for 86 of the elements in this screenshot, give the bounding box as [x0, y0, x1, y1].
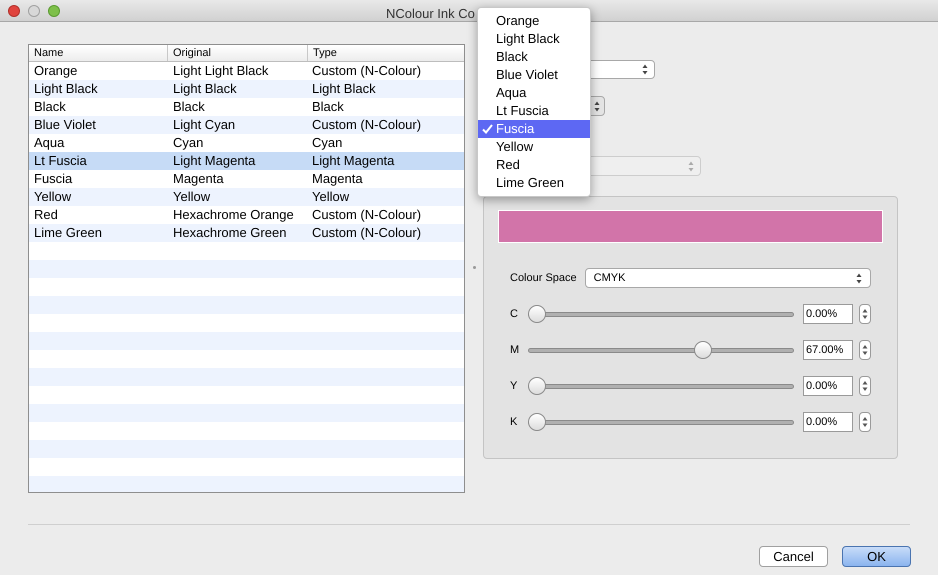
zoom-button[interactable] — [48, 4, 60, 16]
table-cell-text: Cyan — [311, 134, 344, 152]
ok-button[interactable]: OK — [842, 546, 911, 567]
menu-item[interactable]: Red — [478, 156, 590, 174]
stepper[interactable] — [859, 376, 871, 396]
table-row[interactable]: Lime Green Hexachrome Green Custom (N-Colour) — [29, 224, 464, 242]
table-cell-text: Light Magenta — [311, 152, 396, 170]
table-cell-text: Black — [172, 98, 206, 116]
value-field[interactable]: 0.00% — [803, 376, 853, 396]
table-cell-text: Magenta — [172, 170, 225, 188]
table-cell-text: Custom (N-Colour) — [311, 206, 422, 224]
table-cell-text: Aqua — [33, 134, 66, 152]
table-cell-text: Fuscia — [33, 170, 74, 188]
updown-arrows-icon — [856, 272, 862, 284]
menu-item[interactable]: Blue Violet — [478, 66, 590, 84]
updown-arrows-icon — [688, 160, 694, 172]
updown-arrows-icon — [862, 380, 868, 392]
menu-item[interactable]: Yellow — [478, 138, 590, 156]
table-cell-text: Lime Green — [33, 224, 103, 242]
menu-item[interactable]: Aqua — [478, 84, 590, 102]
slider[interactable] — [528, 376, 794, 396]
stepper[interactable] — [859, 412, 871, 432]
table-cell-text: Lt Fuscia — [33, 152, 88, 170]
table-row[interactable]: Light Black Light Black Light Black — [29, 80, 464, 98]
table-row[interactable]: Lt Fuscia Light Magenta Light Magenta — [29, 152, 464, 170]
menu-item[interactable]: Light Black — [478, 30, 590, 48]
slider-thumb[interactable] — [528, 413, 546, 431]
table-cell-text: Cyan — [172, 134, 204, 152]
table-cell-text: Red — [33, 206, 59, 224]
table-cell-text: Hexachrome Green — [172, 224, 288, 242]
column-header[interactable]: Type — [308, 45, 464, 61]
table-cell-text: Black — [33, 98, 67, 116]
table-cell-text: Hexachrome Orange — [172, 206, 295, 224]
menu-item[interactable]: Fuscia — [478, 120, 590, 138]
checkmark-icon — [482, 124, 492, 134]
table-cell-text: Custom (N-Colour) — [311, 116, 422, 134]
value-field[interactable]: 0.00% — [803, 304, 853, 324]
table-cell-text: Custom (N-Colour) — [311, 62, 422, 80]
slider-thumb[interactable] — [528, 305, 546, 323]
table-cell-text: Yellow — [311, 188, 350, 206]
channel-label: K — [509, 414, 518, 430]
table-row[interactable]: Blue Violet Light Cyan Custom (N-Colour) — [29, 116, 464, 134]
channel-label: C — [509, 306, 519, 322]
slider-thumb[interactable] — [694, 341, 712, 359]
column-header[interactable]: Name — [29, 45, 168, 61]
menu-item[interactable]: Orange — [478, 12, 590, 30]
value-field[interactable]: 67.00% — [803, 340, 853, 360]
colour-space-label: Colour Space — [510, 270, 577, 286]
table-cell-text: Light Magenta — [172, 152, 256, 170]
table-cell-text: Light Black — [311, 80, 377, 98]
menu-item[interactable]: Black — [478, 48, 590, 66]
stepper[interactable] — [859, 304, 871, 324]
table-row[interactable]: Yellow Yellow Yellow — [29, 188, 464, 206]
table-cell-text: Light Cyan — [172, 116, 236, 134]
table-cell-text: Blue Violet — [33, 116, 97, 134]
slider-thumb[interactable] — [528, 377, 546, 395]
window-title: NColour Ink Co — [386, 5, 475, 23]
cancel-button[interactable]: Cancel — [759, 546, 828, 567]
slider[interactable] — [528, 340, 794, 360]
table-cell-text: Light Light Black — [172, 62, 270, 80]
stepper[interactable] — [859, 340, 871, 360]
column-header[interactable]: Original — [168, 45, 308, 61]
menu-item[interactable]: Lt Fuscia — [478, 102, 590, 120]
menu-item[interactable]: Lime Green — [478, 174, 590, 192]
value-field[interactable]: 0.00% — [803, 412, 853, 432]
updown-arrows-icon — [862, 344, 868, 356]
table-cell-text: Yellow — [172, 188, 212, 206]
updown-arrows-icon — [862, 416, 868, 428]
splitter-handle[interactable] — [472, 266, 476, 269]
slider[interactable] — [528, 412, 794, 432]
updown-arrows-icon — [862, 308, 868, 320]
table-cell-text: Light Black — [33, 80, 99, 98]
table-cell-text: Orange — [33, 62, 78, 80]
channel-label: M — [509, 342, 520, 358]
channel-label: Y — [509, 378, 518, 394]
colour-space-dropdown[interactable]: CMYK — [584, 268, 871, 288]
slider[interactable] — [528, 304, 794, 324]
table-cell-text: Magenta — [311, 170, 364, 188]
updown-arrows-icon — [642, 64, 648, 75]
updown-arrows-icon — [594, 100, 600, 112]
table-cell-text: Light Black — [172, 80, 238, 98]
table-cell-text: Yellow — [33, 188, 72, 206]
table-cell-text: Black — [311, 98, 345, 116]
table-cell-text: Custom (N-Colour) — [311, 224, 422, 242]
minimize-button[interactable] — [28, 4, 40, 16]
close-button[interactable] — [8, 4, 20, 16]
